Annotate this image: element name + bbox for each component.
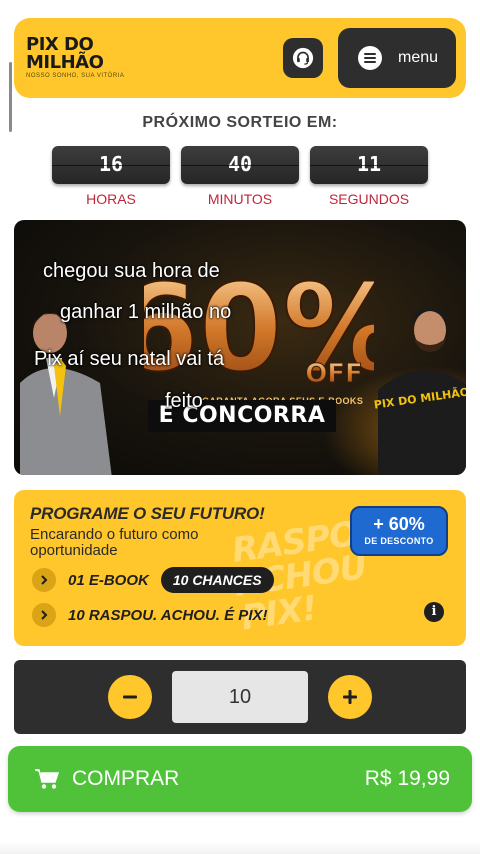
caption-line-1: chegou sua hora de	[43, 260, 220, 282]
menu-label: menu	[398, 49, 439, 66]
chevron-right-icon	[32, 603, 56, 627]
feature-raspou: 10 RASPOU. ACHOU. É PIX!	[32, 603, 267, 627]
support-button[interactable]	[283, 38, 323, 78]
offer-title: PROGRAME O SEU FUTURO!	[30, 504, 265, 523]
countdown-seconds-label: SEGUNDOS	[328, 191, 410, 207]
buy-button[interactable]: COMPRAR R$ 19,99	[8, 746, 472, 812]
next-draw-title: PRÓXIMO SORTEIO EM:	[142, 114, 338, 131]
countdown-hours: 16	[52, 146, 170, 184]
decrement-button[interactable]	[108, 675, 152, 719]
buy-price: R$ 19,99	[364, 767, 450, 790]
plus-icon	[343, 690, 357, 704]
feature-raspou-text: 10 RASPOU. ACHOU. É PIX!	[68, 606, 268, 624]
chances-badge: 10 CHANCES	[160, 567, 274, 593]
header: PIX DO MILHÃO NOSSO SONHO, SUA VITÓRIA m…	[14, 18, 466, 98]
offer-subtitle: Encarando o futuro como oportunidade	[30, 526, 199, 559]
quantity-input[interactable]	[172, 671, 308, 723]
discount-badge: + 60% DE DESCONTO	[350, 506, 448, 556]
page: PIX DO MILHÃO NOSSO SONHO, SUA VITÓRIA m…	[0, 0, 480, 854]
increment-button[interactable]	[328, 675, 372, 719]
feature-ebook: 01 E-BOOK 10 CHANCES	[32, 567, 274, 593]
quantity-selector	[14, 660, 466, 734]
discount-value: + 60%	[373, 514, 425, 534]
countdown-seconds: 11	[310, 146, 428, 184]
logo[interactable]: PIX DO MILHÃO NOSSO SONHO, SUA VITÓRIA	[26, 36, 126, 82]
hamburger-icon	[358, 46, 382, 70]
chevron-right-icon	[32, 568, 56, 592]
countdown-minutes-label: MINUTOS	[207, 191, 273, 207]
cart-icon	[35, 769, 60, 789]
caption-line-4: feito	[165, 390, 203, 412]
logo-line-2: MILHÃO	[26, 52, 104, 73]
page-bottom	[0, 842, 480, 854]
feature-ebook-text: 01 E-BOOK	[68, 571, 149, 589]
countdown-hours-label: HORAS	[86, 191, 136, 207]
offer-card[interactable]: RASPOU ACHOU PIX! PROGRAME O SEU FUTURO!…	[14, 490, 466, 646]
countdown-minutes: 40	[181, 146, 299, 184]
discount-label: DE DESCONTO	[364, 536, 434, 546]
promo-banner[interactable]: 60% OFF GARANTA AGORA SEUS E-BOOKS E CON…	[14, 220, 466, 475]
caption-line-3: Pix aí seu natal vai tá	[34, 348, 225, 370]
logo-tagline: NOSSO SONHO, SUA VITÓRIA	[26, 73, 125, 79]
info-icon[interactable]: i	[424, 602, 444, 622]
minus-icon	[123, 695, 137, 699]
caption-line-2: ganhar 1 milhão no	[60, 301, 232, 323]
menu-button[interactable]: menu	[338, 28, 456, 88]
headset-icon	[292, 47, 314, 69]
buy-label: COMPRAR	[72, 767, 180, 790]
